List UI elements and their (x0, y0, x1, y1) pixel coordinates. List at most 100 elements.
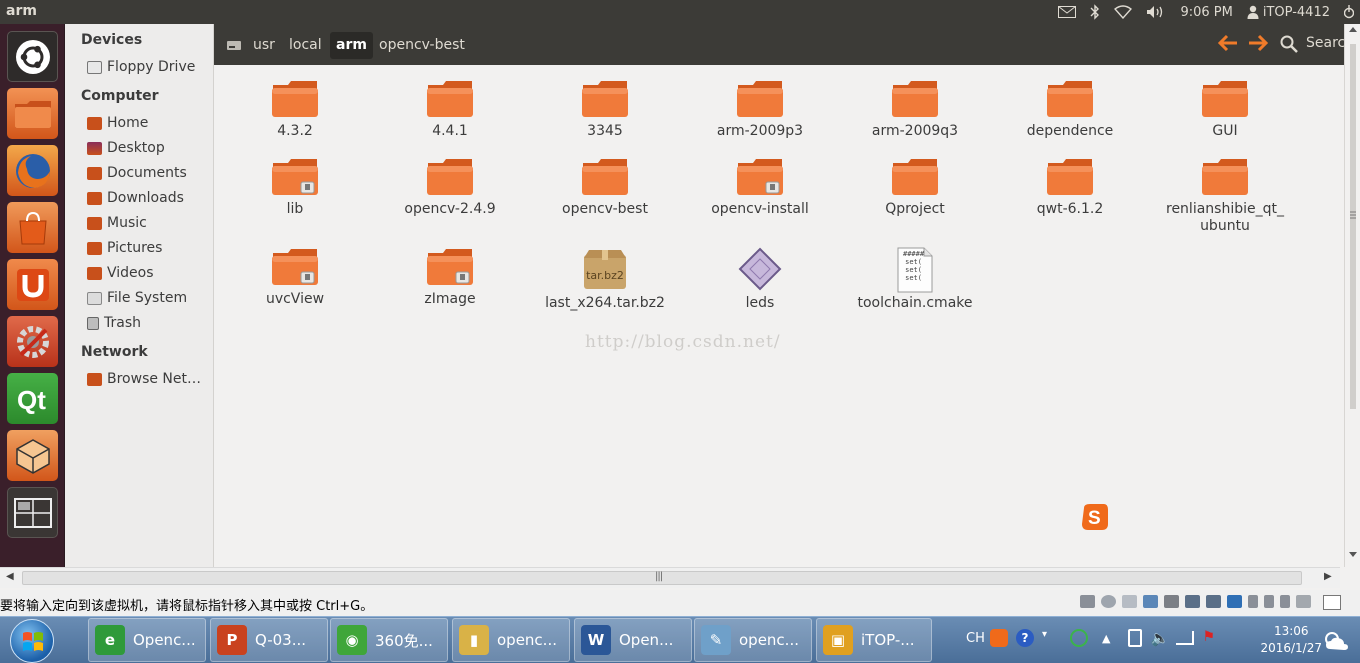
home-folder-launcher[interactable] (7, 88, 58, 139)
ubuntu-dash-button[interactable] (7, 31, 58, 82)
crumb-usr[interactable]: usr (247, 32, 281, 59)
mail-icon[interactable] (1058, 6, 1077, 18)
session-icon[interactable] (1344, 5, 1354, 19)
taskbar-button-label: iTOP-... (861, 631, 915, 649)
firefox-launcher[interactable] (7, 145, 58, 196)
sidebar-item-desktop[interactable]: Desktop (87, 137, 165, 159)
bluetooth-icon[interactable] (1090, 4, 1100, 20)
sidebar-item-downloads[interactable]: Downloads (87, 187, 184, 209)
back-arrow-icon[interactable] (1217, 34, 1239, 56)
qt-creator-launcher[interactable]: Qt (7, 373, 58, 424)
sidebar-item-videos[interactable]: Videos (87, 262, 154, 284)
show-hidden-icons[interactable]: ▲ (1102, 632, 1110, 645)
harddisk-icon[interactable] (1080, 595, 1095, 608)
virtualbox-launcher[interactable] (7, 430, 58, 481)
file-item[interactable]: arm-2009q3 (840, 79, 990, 140)
sidebar-item-trash[interactable]: Trash (87, 312, 141, 334)
file-item[interactable]: 4.4.1 (375, 79, 525, 140)
software-center-launcher[interactable] (7, 202, 58, 253)
taskbar-button[interactable]: ▮ openc... (452, 618, 570, 662)
weather-icon[interactable] (1320, 627, 1350, 659)
sogou-ime-icon[interactable]: S (1080, 502, 1110, 536)
file-item[interactable]: zImage (375, 247, 525, 308)
file-item[interactable]: tar.bz2 last_x264.tar.bz2 (530, 247, 680, 312)
sidebar-item-home[interactable]: Home (87, 112, 148, 134)
file-item[interactable]: arm-2009p3 (685, 79, 835, 140)
sound-card-icon[interactable] (1296, 595, 1311, 608)
horizontal-scrollbar[interactable]: ◀ ||| ▶ (0, 567, 1340, 588)
file-item[interactable]: 3345 (530, 79, 680, 140)
usb-device-icon[interactable] (1206, 595, 1221, 608)
bluetooth-icon[interactable] (1227, 595, 1242, 608)
sidebar-item-floppy-drive[interactable]: Floppy Drive (87, 56, 195, 78)
user-menu[interactable]: iTOP-4412 (1247, 5, 1330, 20)
system-settings-launcher[interactable] (7, 316, 58, 367)
file-item[interactable]: lib (220, 157, 370, 218)
wifi-icon[interactable] (1114, 5, 1133, 19)
crumb-arm[interactable]: arm (330, 32, 373, 59)
taskbar-clock[interactable]: 13:06 2016/1/27 (1260, 623, 1322, 657)
360-wifi-icon[interactable] (1070, 629, 1088, 647)
file-item[interactable]: opencv-install (685, 157, 835, 218)
file-item[interactable]: qwt-6.1.2 (995, 157, 1145, 218)
app-icon: ✎ (701, 625, 731, 655)
usb-icon[interactable] (1248, 595, 1258, 608)
locked-folder-icon (736, 157, 784, 197)
usb-icon[interactable] (1280, 595, 1290, 608)
signal-icon[interactable] (1176, 631, 1195, 645)
network-adapter-icon[interactable] (1143, 595, 1158, 608)
power-icon[interactable] (1128, 629, 1143, 647)
taskbar-button[interactable]: ◉ 360免... (330, 618, 448, 662)
taskbar-button[interactable]: ▣ iTOP-... (816, 618, 932, 662)
scroll-right-icon[interactable]: ▶ (1324, 571, 1332, 582)
usb-device-icon[interactable] (1185, 595, 1200, 608)
file-item[interactable]: GUI (1150, 79, 1300, 140)
sidebar-item-music[interactable]: Music (87, 212, 147, 234)
file-item[interactable]: 4.3.2 (220, 79, 370, 140)
volume-icon[interactable] (1146, 5, 1166, 19)
help-icon[interactable]: ? (1016, 629, 1034, 647)
file-item[interactable]: ##### set( set( set(toolchain.cmake (840, 247, 990, 312)
scroll-thumb[interactable]: ||| (22, 571, 1302, 585)
start-button[interactable] (10, 619, 54, 663)
sogou-icon[interactable] (990, 629, 1008, 647)
search-button-label[interactable]: Search (1306, 35, 1344, 51)
message-log-icon[interactable] (1323, 595, 1341, 610)
ubuntu-one-launcher[interactable] (7, 259, 58, 310)
volume-icon[interactable]: 🔈 (1150, 629, 1169, 647)
sidebar-item-file-system[interactable]: File System (87, 287, 187, 309)
app-icon: P (217, 625, 247, 655)
file-item[interactable]: Qproject (840, 157, 990, 218)
taskbar-button[interactable]: e Openc... (88, 618, 206, 662)
action-center-icon[interactable]: ⚑ (1202, 629, 1220, 647)
search-icon[interactable] (1280, 35, 1298, 57)
root-crumb[interactable] (220, 32, 248, 59)
file-item[interactable]: dependence (995, 79, 1145, 140)
printer-icon[interactable] (1164, 595, 1179, 608)
language-indicator[interactable]: CH (966, 631, 985, 646)
file-item[interactable]: opencv-2.4.9 (375, 157, 525, 218)
usb-icon[interactable] (1264, 595, 1274, 608)
sidebar-item-browse-network[interactable]: Browse Net… (87, 368, 201, 390)
file-item[interactable]: leds (685, 247, 835, 312)
file-item[interactable]: uvcView (220, 247, 370, 308)
sidebar-item-documents[interactable]: Documents (87, 162, 187, 184)
taskbar-button[interactable]: ✎ openc... (694, 618, 812, 662)
workspace-switcher-launcher[interactable] (7, 487, 58, 538)
ime-options-icon[interactable]: ▾ (1042, 629, 1050, 647)
forward-arrow-icon[interactable] (1247, 34, 1269, 56)
taskbar-button[interactable]: W Open... (574, 618, 692, 662)
vertical-scrollbar[interactable] (1344, 24, 1360, 567)
clock[interactable]: 9:06 PM (1180, 5, 1232, 20)
scroll-left-icon[interactable]: ◀ (6, 571, 14, 582)
taskbar-button[interactable]: P Q-03... (210, 618, 328, 662)
archive-badge: tar.bz2 (586, 269, 624, 282)
crumb-opencv-best[interactable]: opencv-best (373, 32, 471, 59)
file-item[interactable]: renlianshibie_qt_ ubuntu (1150, 157, 1300, 235)
crumb-local[interactable]: local (283, 32, 328, 59)
file-item[interactable]: opencv-best (530, 157, 680, 218)
sidebar-item-pictures[interactable]: Pictures (87, 237, 162, 259)
taskbar-button-label: Openc... (133, 631, 196, 649)
floppy-icon[interactable] (1122, 595, 1137, 608)
cdrom-icon[interactable] (1101, 595, 1116, 608)
